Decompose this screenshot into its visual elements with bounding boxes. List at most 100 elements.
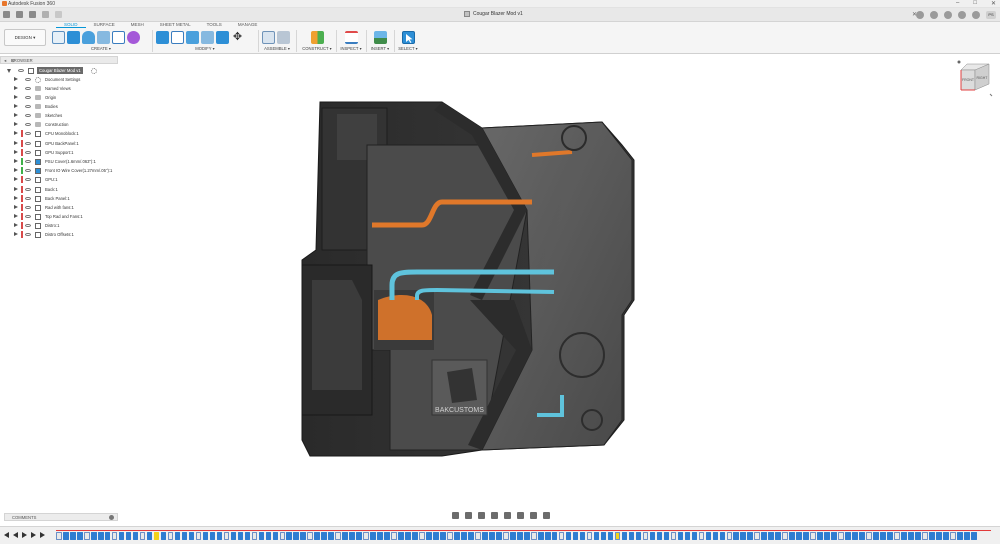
visibility-eye-icon[interactable] — [25, 159, 31, 163]
timeline-sketch-feature[interactable] — [754, 532, 761, 540]
document-tab[interactable]: Cougar Blazer Mod v1 — [464, 11, 523, 17]
expand-triangle-icon[interactable] — [14, 86, 18, 90]
tree-item[interactable]: Bodies — [0, 102, 200, 111]
visibility-eye-icon[interactable] — [25, 150, 31, 154]
visibility-eye-icon[interactable] — [25, 141, 31, 145]
joint-icon[interactable] — [277, 30, 290, 44]
timeline-feature[interactable] — [970, 532, 977, 540]
timeline-feature[interactable] — [356, 532, 362, 540]
timeline-feature[interactable] — [963, 532, 970, 540]
timeline-feature[interactable] — [796, 532, 802, 540]
timeline-feature[interactable] — [817, 532, 823, 540]
timeline-feature[interactable] — [649, 532, 656, 540]
timeline-feature[interactable] — [943, 532, 949, 540]
insert-label[interactable]: INSERT ▾ — [368, 46, 392, 51]
timeline-sketch-feature[interactable] — [698, 532, 705, 540]
close-icon[interactable]: ✕ — [991, 0, 996, 7]
fit-view-icon[interactable] — [504, 512, 511, 519]
timeline-sketch-feature[interactable] — [335, 532, 341, 540]
timeline-feature[interactable] — [789, 532, 795, 540]
visibility-eye-icon[interactable] — [25, 86, 31, 90]
timeline-feature[interactable] — [656, 532, 663, 540]
box-icon[interactable] — [112, 30, 125, 44]
save-icon[interactable] — [29, 11, 36, 18]
expand-triangle-icon[interactable] — [14, 131, 18, 135]
timeline-sketch-feature[interactable] — [391, 532, 397, 540]
timeline-feature[interactable] — [565, 532, 572, 540]
modify-label[interactable]: MODIFY ▾ — [156, 46, 254, 51]
timeline-feature[interactable] — [132, 532, 139, 540]
expand-triangle-icon[interactable] — [14, 196, 18, 200]
timeline-feature[interactable] — [684, 532, 691, 540]
jobs-icon[interactable] — [958, 11, 966, 19]
expand-triangle-icon[interactable] — [7, 69, 11, 73]
timeline-sketch-feature[interactable] — [83, 532, 90, 540]
redo-icon[interactable] — [55, 11, 62, 18]
tree-item[interactable]: Back:1 — [0, 185, 200, 194]
timeline-feature[interactable] — [412, 532, 418, 540]
timeline-sketch-feature[interactable] — [726, 532, 733, 540]
timeline-sketch-feature[interactable] — [279, 532, 286, 540]
timeline-sketch-feature[interactable] — [614, 532, 621, 540]
tab-tools[interactable]: TOOLS — [199, 21, 230, 28]
go-to-start-icon[interactable] — [4, 532, 9, 538]
activate-radio-icon[interactable] — [91, 67, 97, 74]
timeline-feature[interactable] — [405, 532, 411, 540]
timeline-sketch-feature[interactable] — [307, 532, 314, 540]
timeline-feature[interactable] — [852, 532, 858, 540]
construct-label[interactable]: CONSTRUCT ▾ — [302, 46, 332, 51]
select-cursor-icon[interactable] — [401, 30, 415, 44]
timeline-sketch-feature[interactable] — [447, 532, 453, 540]
timeline-feature[interactable] — [705, 532, 712, 540]
pan-hand-icon[interactable] — [478, 512, 485, 519]
expand-triangle-icon[interactable] — [14, 187, 18, 191]
tree-item[interactable]: Rad with fans:1 — [0, 203, 200, 212]
press-pull-icon[interactable] — [156, 30, 169, 44]
grid-menu-icon[interactable] — [3, 11, 10, 18]
timeline-feature[interactable] — [803, 532, 809, 540]
expand-triangle-icon[interactable] — [14, 77, 18, 81]
browser-pin-icon[interactable]: ⊗ — [11, 58, 114, 64]
timeline-feature[interactable] — [104, 532, 111, 540]
timeline-feature[interactable] — [516, 532, 523, 540]
timeline-feature[interactable] — [663, 532, 670, 540]
fillet-icon[interactable] — [171, 30, 184, 44]
timeline-feature[interactable] — [384, 532, 390, 540]
timeline-feature[interactable] — [398, 532, 404, 540]
visibility-eye-icon[interactable] — [25, 95, 31, 99]
expand-triangle-icon[interactable] — [14, 159, 18, 163]
timeline-feature[interactable] — [628, 532, 635, 540]
offset-plane-icon[interactable] — [310, 30, 324, 44]
tree-root[interactable]: Cougar Blazer Mod v1 — [0, 66, 200, 75]
timeline-feature[interactable] — [901, 532, 907, 540]
user-avatar[interactable]: PS — [986, 11, 996, 19]
timeline-feature[interactable] — [489, 532, 495, 540]
visibility-eye-icon[interactable] — [25, 168, 31, 172]
tree-item[interactable]: GPU Support:1 — [0, 148, 200, 157]
visibility-eye-icon[interactable] — [25, 177, 31, 181]
expand-triangle-icon[interactable] — [14, 95, 18, 99]
tree-item[interactable]: Front IO Wire Cover(1.27mm/.05"):1 — [0, 166, 200, 175]
expand-triangle-icon[interactable] — [14, 223, 18, 227]
new-component-icon[interactable] — [262, 30, 275, 44]
timeline-sketch-feature[interactable] — [558, 532, 565, 540]
timeline-feature[interactable] — [314, 532, 321, 540]
timeline-feature[interactable] — [468, 532, 474, 540]
timeline-feature[interactable] — [300, 532, 307, 540]
timeline-track[interactable] — [56, 530, 991, 542]
timeline-sketch-feature[interactable] — [950, 532, 956, 540]
timeline-feature[interactable] — [153, 532, 160, 540]
timeline-feature[interactable] — [160, 532, 167, 540]
timeline-feature[interactable] — [761, 532, 768, 540]
expand-triangle-icon[interactable] — [14, 214, 18, 218]
timeline-feature[interactable] — [209, 532, 216, 540]
timeline-feature[interactable] — [321, 532, 327, 540]
revolve-icon[interactable] — [82, 30, 95, 44]
timeline-sketch-feature[interactable] — [195, 532, 202, 540]
timeline-sketch-feature[interactable] — [503, 532, 509, 540]
extrude-icon[interactable] — [67, 30, 80, 44]
viewcube-menu-icon[interactable] — [989, 93, 993, 97]
tree-item[interactable]: Document Settings — [0, 75, 200, 84]
timeline-sketch-feature[interactable] — [56, 532, 62, 540]
timeline-sketch-feature[interactable] — [586, 532, 593, 540]
